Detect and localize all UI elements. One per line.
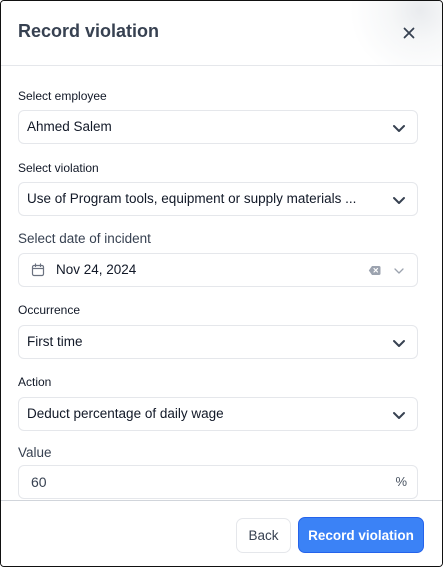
action-value: Deduct percentage of daily wage	[27, 406, 224, 421]
back-button[interactable]: Back	[236, 518, 291, 553]
record-violation-dialog: Record violation Select employee Ahmed S…	[0, 0, 443, 567]
violation-label: Select violation	[18, 161, 99, 175]
incident-date-value: Nov 24, 2024	[56, 262, 137, 277]
chevron-down-icon	[393, 125, 405, 132]
close-icon	[403, 27, 415, 39]
chevron-down-icon	[393, 197, 405, 204]
amount-input[interactable]: 60 %	[18, 465, 418, 499]
chevron-down-icon	[394, 268, 404, 274]
incident-date-label: Select date of incident	[18, 231, 151, 246]
occurrence-value: First time	[27, 334, 83, 349]
dialog-header: Record violation	[1, 1, 442, 66]
dialog-body: Select employee Ahmed Salem Select viola…	[1, 66, 442, 499]
occurrence-label: Occurrence	[18, 303, 81, 317]
amount-label: Value	[18, 445, 52, 460]
percent-suffix: %	[395, 474, 407, 489]
calendar-icon	[31, 263, 45, 277]
chevron-down-icon	[393, 412, 405, 419]
chevron-down-icon	[393, 340, 405, 347]
clear-icon[interactable]	[368, 264, 381, 277]
employee-label: Select employee	[18, 89, 107, 103]
dialog-title: Record violation	[18, 21, 160, 41]
employee-select[interactable]: Ahmed Salem	[18, 110, 418, 144]
occurrence-select[interactable]: First time	[18, 325, 418, 359]
employee-value: Ahmed Salem	[27, 119, 112, 134]
record-violation-button[interactable]: Record violation	[298, 517, 424, 553]
violation-value: Use of Program tools, equipment or suppl…	[27, 191, 357, 206]
action-label: Action	[18, 375, 52, 389]
close-button[interactable]	[399, 23, 419, 43]
violation-select[interactable]: Use of Program tools, equipment or suppl…	[18, 182, 418, 216]
incident-date-picker[interactable]: Nov 24, 2024	[18, 253, 418, 287]
action-select[interactable]: Deduct percentage of daily wage	[18, 397, 418, 431]
amount-value: 60	[31, 474, 47, 490]
dialog-footer: Back Record violation	[1, 500, 442, 566]
